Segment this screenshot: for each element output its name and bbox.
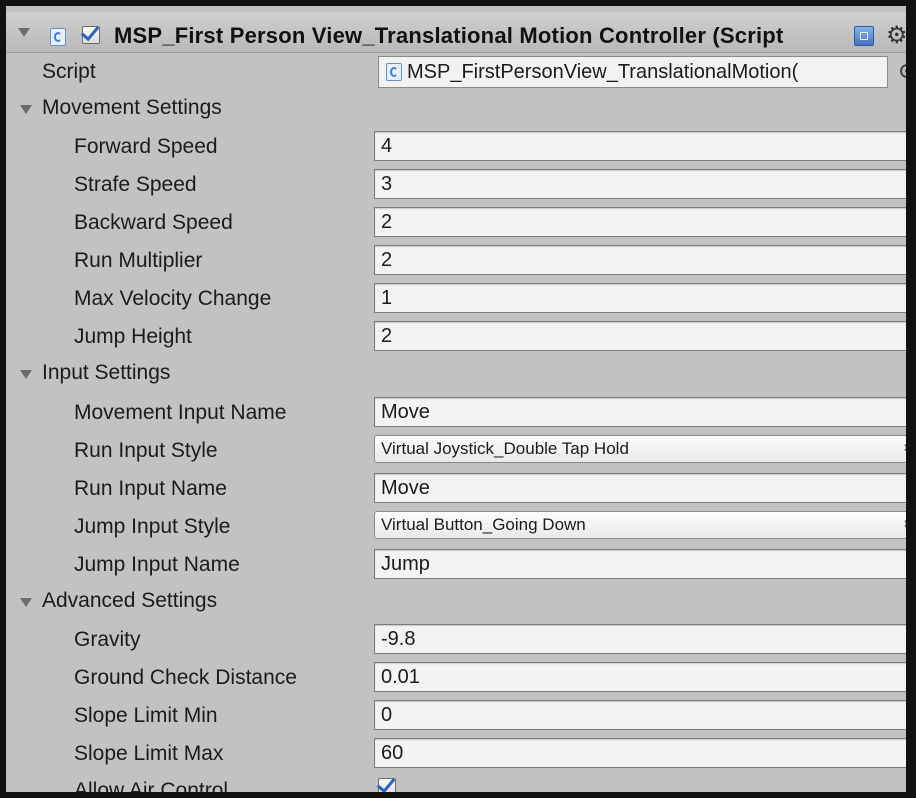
run-input-name-label: Run Input Name <box>74 477 227 500</box>
strafe-speed-field[interactable]: 3 <box>374 169 906 199</box>
backward-speed-label: Backward Speed <box>74 211 233 234</box>
ground-check-distance-label: Ground Check Distance <box>74 666 297 689</box>
slope-limit-max-field[interactable]: 60 <box>374 738 906 768</box>
jump-input-style-dropdown[interactable]: Virtual Button_Going Down <box>374 511 906 539</box>
jump-height-label: Jump Height <box>74 325 192 348</box>
input-foldout-arrow-icon[interactable] <box>20 370 32 379</box>
forward-speed-label: Forward Speed <box>74 135 218 158</box>
movement-foldout-arrow-icon[interactable] <box>20 105 32 114</box>
run-input-style-dropdown[interactable]: Virtual Joystick_Double Tap Hold <box>374 435 906 463</box>
movement-input-name-field[interactable]: Move <box>374 397 906 427</box>
max-velocity-change-field[interactable]: 1 <box>374 283 906 313</box>
movement-input-name-label: Movement Input Name <box>74 401 287 424</box>
component-foldout-arrow-icon[interactable] <box>18 28 30 37</box>
gear-icon[interactable]: ⚙ <box>886 21 906 50</box>
jump-input-style-label: Jump Input Style <box>74 515 231 538</box>
updown-arrows-icon: ⇕ <box>902 517 913 531</box>
run-input-name-field[interactable]: Move <box>374 473 906 503</box>
checkmark-icon <box>376 773 396 792</box>
component-enabled-checkbox[interactable] <box>80 21 100 44</box>
allow-air-control-label: Allow Air Control <box>74 779 229 798</box>
allow-air-control-checkbox[interactable] <box>376 773 396 792</box>
object-picker-target-icon[interactable] <box>900 64 906 78</box>
jump-input-name-label: Jump Input Name <box>74 553 240 576</box>
component-header[interactable]: MSP_First Person View_Translational Moti… <box>6 12 906 53</box>
component-title: MSP_First Person View_Translational Moti… <box>114 23 784 48</box>
gravity-label: Gravity <box>74 628 141 651</box>
input-settings-header[interactable]: Input Settings <box>42 361 170 385</box>
backward-speed-field[interactable]: 2 <box>374 207 906 237</box>
script-label: Script <box>42 60 96 83</box>
script-file-icon <box>386 63 402 81</box>
slope-limit-min-label: Slope Limit Min <box>74 704 218 727</box>
script-icon <box>50 28 66 46</box>
run-input-style-label: Run Input Style <box>74 439 218 462</box>
slope-limit-min-field[interactable]: 0 <box>374 700 906 730</box>
ground-check-distance-field[interactable]: 0.01 <box>374 662 906 692</box>
advanced-settings-header[interactable]: Advanced Settings <box>42 589 217 613</box>
gravity-field[interactable]: -9.8 <box>374 624 906 654</box>
script-field[interactable]: MSP_FirstPersonView_TranslationalMotion( <box>378 56 888 88</box>
run-multiplier-label: Run Multiplier <box>74 249 203 272</box>
max-velocity-change-label: Max Velocity Change <box>74 287 272 310</box>
strafe-speed-label: Strafe Speed <box>74 173 197 196</box>
updown-arrows-icon: ⇕ <box>902 441 913 455</box>
inspector-panel: MSP_First Person View_Translational Moti… <box>0 0 916 798</box>
help-icon[interactable] <box>854 26 874 46</box>
movement-settings-header[interactable]: Movement Settings <box>42 96 222 120</box>
advanced-foldout-arrow-icon[interactable] <box>20 598 32 607</box>
run-multiplier-field[interactable]: 2 <box>374 245 906 275</box>
slope-limit-max-label: Slope Limit Max <box>74 742 224 765</box>
forward-speed-field[interactable]: 4 <box>374 131 906 161</box>
jump-input-name-field[interactable]: Jump <box>374 549 906 579</box>
checkmark-icon <box>80 21 100 42</box>
jump-height-field[interactable]: 2 <box>374 321 906 351</box>
